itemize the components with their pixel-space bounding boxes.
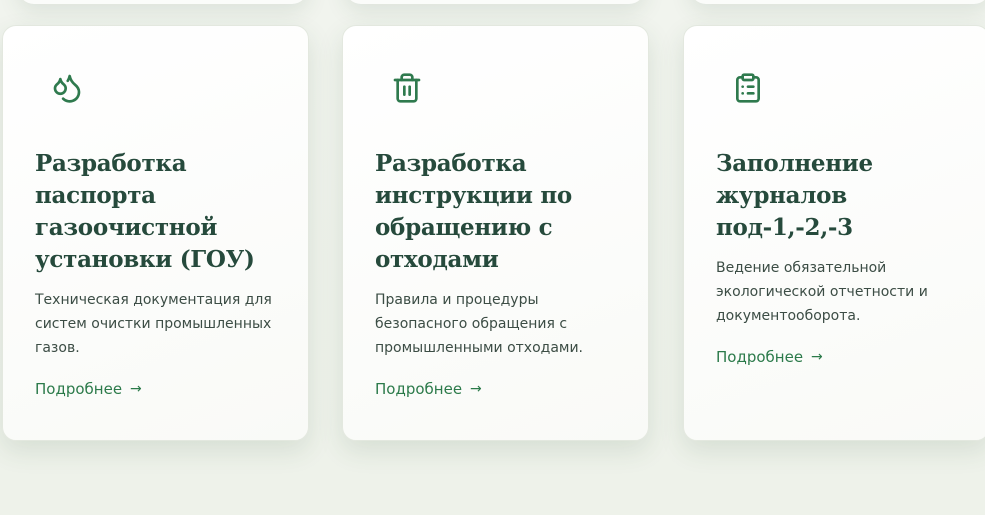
arrow-right-icon: → xyxy=(470,381,482,397)
card-above-1 xyxy=(18,0,308,4)
read-more-label: Подробнее xyxy=(375,380,463,398)
read-more-label: Подробнее xyxy=(716,348,804,366)
card-title: Разработка паспорта газоочистной установ… xyxy=(35,150,255,273)
service-card-waste-instruction: Разработка инструкции по обращению с отх… xyxy=(342,25,649,441)
read-more-link[interactable]: Подробнее → xyxy=(716,348,823,366)
droplets-icon xyxy=(51,72,83,104)
card-above-3 xyxy=(690,0,985,4)
card-description: Правила и процедуры безопасного обращени… xyxy=(375,292,584,356)
card-description: Техническая документация для систем очис… xyxy=(35,292,272,356)
card-description: Ведение обязательной экологической отчет… xyxy=(716,260,928,324)
service-card-gou-passport: Разработка паспорта газоочистной установ… xyxy=(2,25,309,441)
trash-icon xyxy=(391,72,423,104)
read-more-label: Подробнее xyxy=(35,380,123,398)
clipboard-list-icon xyxy=(732,72,764,104)
arrow-right-icon: → xyxy=(130,381,142,397)
card-above-2 xyxy=(345,0,645,4)
card-title: Заполнение журналов под-1,-2,-3 xyxy=(716,150,873,241)
card-title: Разработка инструкции по обращению с отх… xyxy=(375,150,572,273)
arrow-right-icon: → xyxy=(811,349,823,365)
service-card-journals: Заполнение журналов под-1,-2,-3 Ведение … xyxy=(683,25,985,441)
read-more-link[interactable]: Подробнее → xyxy=(375,380,482,398)
read-more-link[interactable]: Подробнее → xyxy=(35,380,142,398)
